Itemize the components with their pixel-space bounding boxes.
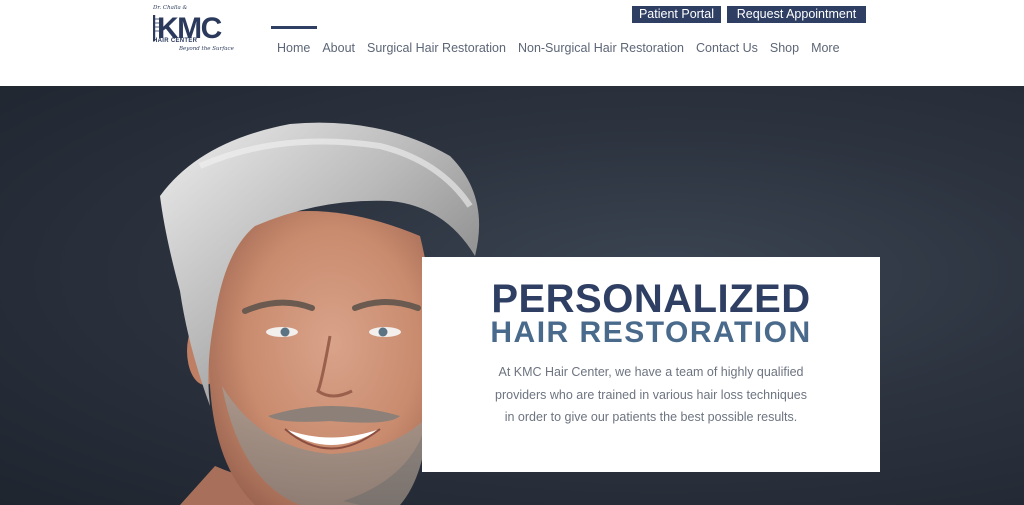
- patient-portal-button[interactable]: Patient Portal: [632, 6, 721, 23]
- nav-item-more[interactable]: More: [811, 40, 839, 56]
- nav-item-contact-us[interactable]: Contact Us: [696, 40, 758, 56]
- main-nav: Home About Surgical Hair Restoration Non…: [270, 26, 852, 56]
- hero-subtitle: HAIR RESTORATION: [490, 316, 812, 349]
- request-appointment-button[interactable]: Request Appointment: [727, 6, 866, 23]
- nav-item-shop[interactable]: Shop: [770, 40, 799, 56]
- nav-item-non-surgical-hair-restoration[interactable]: Non-Surgical Hair Restoration: [518, 40, 684, 56]
- logo-sub-text: HAIR CENTER: [153, 38, 198, 44]
- nav-item-about[interactable]: About: [322, 40, 355, 56]
- nav-item-home[interactable]: Home: [270, 26, 318, 56]
- site-header: Dr. Challa & KMC HAIR CENTER Beyond the …: [0, 0, 1024, 86]
- kmc-logo[interactable]: Dr. Challa & KMC HAIR CENTER Beyond the …: [152, 5, 234, 55]
- hero-card: PERSONALIZED HAIR RESTORATION At KMC Hai…: [422, 257, 880, 472]
- nav-item-surgical-hair-restoration[interactable]: Surgical Hair Restoration: [367, 40, 506, 56]
- hero-description: At KMC Hair Center, we have a team of hi…: [495, 365, 807, 424]
- hero-section: PERSONALIZED HAIR RESTORATION At KMC Hai…: [0, 86, 1024, 505]
- logo-tagline: Beyond the Surface: [179, 46, 234, 52]
